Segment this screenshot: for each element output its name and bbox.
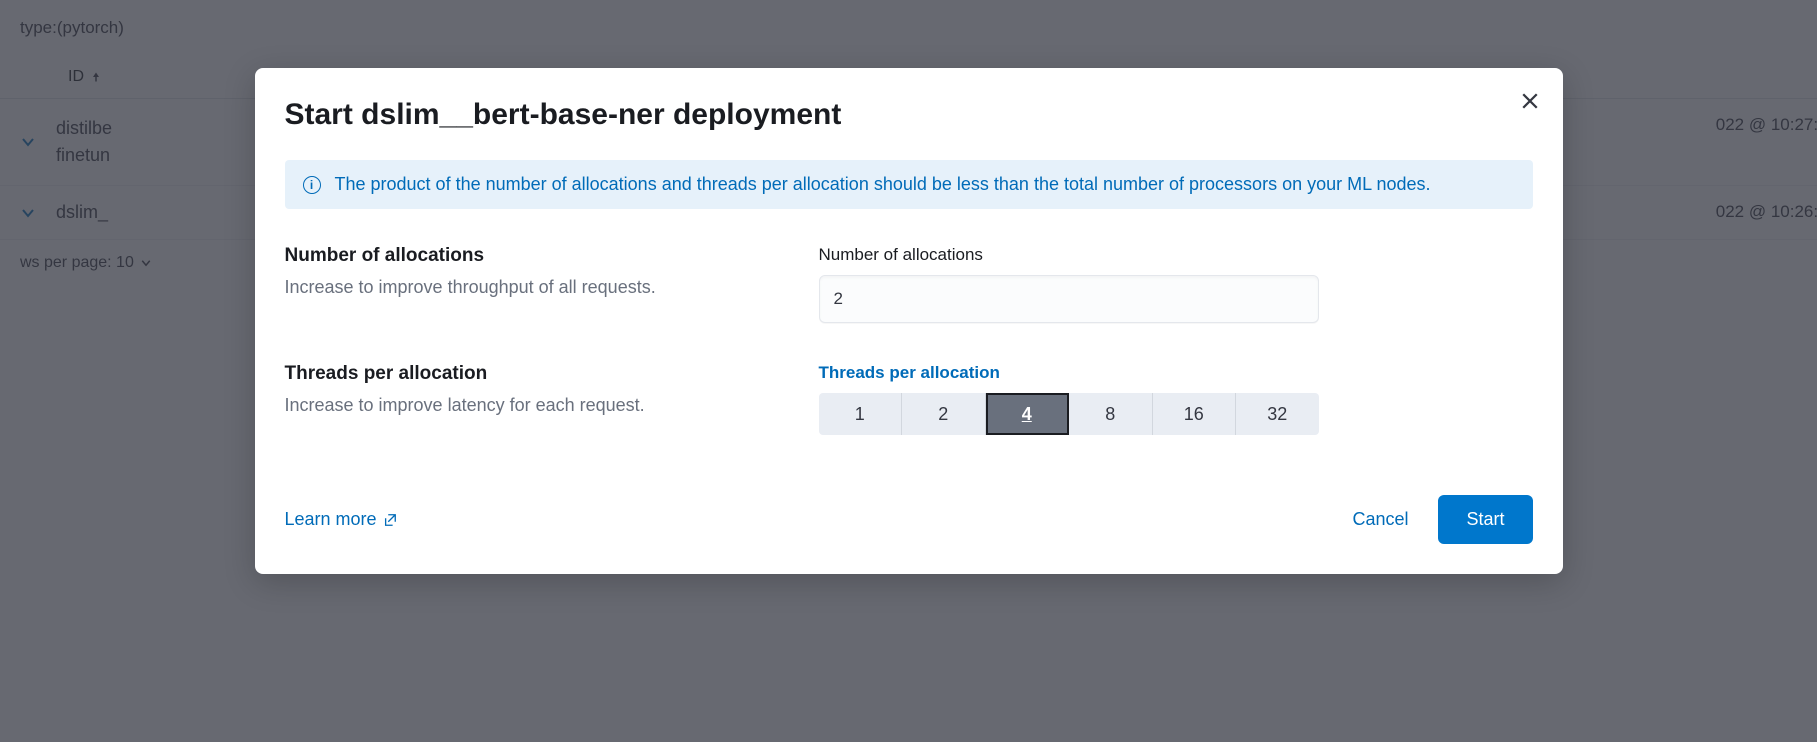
threads-option-16[interactable]: 16 <box>1153 393 1237 435</box>
info-icon: i <box>303 176 321 194</box>
threads-input-group: Threads per allocation 1 2 4 8 16 32 <box>819 363 1533 435</box>
threads-option-8[interactable]: 8 <box>1069 393 1153 435</box>
threads-option-1[interactable]: 1 <box>819 393 903 435</box>
learn-more-text: Learn more <box>285 509 377 530</box>
external-link-icon <box>383 513 397 527</box>
allocations-input-group: Number of allocations <box>819 245 1533 323</box>
footer-actions: Cancel Start <box>1352 495 1532 544</box>
info-banner: i The product of the number of allocatio… <box>285 160 1533 209</box>
allocations-input[interactable] <box>819 275 1319 323</box>
threads-option-4[interactable]: 4 <box>986 393 1070 435</box>
threads-button-group: 1 2 4 8 16 32 <box>819 393 1319 435</box>
threads-section: Threads per allocation Increase to impro… <box>285 363 1533 435</box>
allocations-section: Number of allocations Increase to improv… <box>285 245 1533 323</box>
modal-footer: Learn more Cancel Start <box>285 495 1533 544</box>
cancel-button[interactable]: Cancel <box>1352 509 1408 530</box>
threads-description: Threads per allocation Increase to impro… <box>285 363 819 435</box>
allocations-description: Number of allocations Increase to improv… <box>285 245 819 323</box>
start-button[interactable]: Start <box>1438 495 1532 544</box>
allocations-help: Increase to improve throughput of all re… <box>285 277 819 298</box>
allocations-input-label: Number of allocations <box>819 245 1533 265</box>
modal-title: Start dslim__bert-base-ner deployment <box>285 98 1533 132</box>
learn-more-link[interactable]: Learn more <box>285 509 397 530</box>
threads-label: Threads per allocation <box>285 363 819 385</box>
threads-help: Increase to improve latency for each req… <box>285 395 819 416</box>
info-text: The product of the number of allocations… <box>335 174 1431 195</box>
threads-option-32[interactable]: 32 <box>1236 393 1319 435</box>
deployment-modal: Start dslim__bert-base-ner deployment i … <box>255 68 1563 574</box>
allocations-label: Number of allocations <box>285 245 819 267</box>
close-button[interactable] <box>1517 88 1543 114</box>
threads-input-label: Threads per allocation <box>819 363 1533 383</box>
modal-overlay: Start dslim__bert-base-ner deployment i … <box>0 0 1817 742</box>
threads-option-2[interactable]: 2 <box>902 393 986 435</box>
